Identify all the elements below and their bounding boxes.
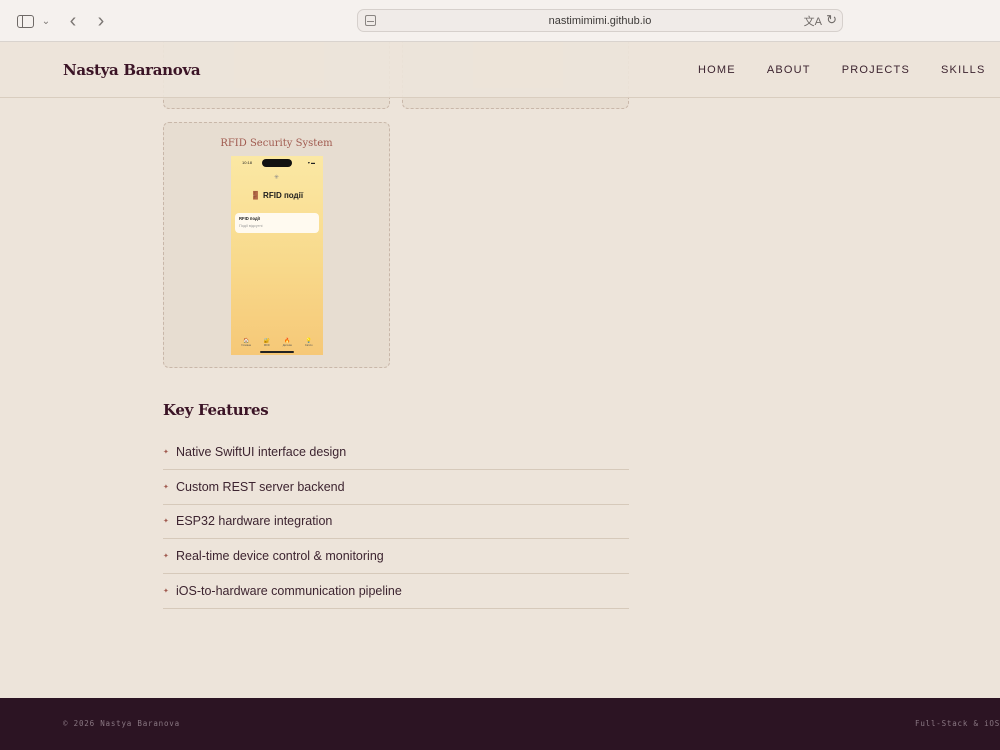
site-brand[interactable]: Nastya Baranova: [63, 61, 201, 79]
feature-text: iOS-to-hardware communication pipeline: [176, 584, 402, 599]
list-item: ✦ Real-time device control & monitoring: [163, 539, 629, 575]
page-menu-icon[interactable]: [365, 15, 376, 26]
footer-copyright: © 2026 Nastya Baranova: [63, 719, 180, 728]
nav-link-projects[interactable]: PROJECTS: [842, 64, 910, 76]
phone-status-icons: ▾ ▬: [307, 160, 315, 165]
phone-time: 10:18: [242, 160, 253, 165]
nav-link-skills[interactable]: SKILLS: [941, 64, 986, 76]
chevron-down-icon[interactable]: ⌄: [40, 11, 52, 31]
feature-list: ✦ Native SwiftUI interface design ✦ Cust…: [163, 435, 629, 609]
feature-text: Real-time device control & monitoring: [176, 549, 384, 564]
browser-toolbar: ⌄ ‹ › nastimimimi.github.io 文A ↻: [0, 0, 1000, 42]
feature-text: ESP32 hardware integration: [176, 514, 333, 529]
loading-spinner-icon: ✳: [274, 175, 280, 181]
main-nav: HOME ABOUT PROJECTS SKILLS E: [698, 64, 1000, 76]
feature-text: Custom REST server backend: [176, 479, 345, 494]
list-item: ✦ ESP32 hardware integration: [163, 505, 629, 540]
phone-tab: 🔥 Датчики: [282, 337, 293, 347]
bulb-icon: 💡: [305, 337, 312, 344]
phone-screenshot: 10:18 ▾ ▬ ✳ 🚪 RFID події RFID події Поді…: [231, 156, 323, 355]
phone-tabbar: 🏠 Головна 🔐 RFID 🔥 Датчики 💡 Світло: [231, 337, 323, 348]
list-item: ✦ iOS-to-hardware communication pipeline: [163, 574, 629, 609]
list-item: ✦ Custom REST server backend: [163, 470, 629, 505]
phone-card-subtitle: Події відсутні: [239, 224, 263, 228]
dynamic-island: [262, 159, 292, 167]
phone-tab: 💡 Світло: [304, 337, 313, 347]
reload-icon[interactable]: ↻: [826, 12, 837, 28]
sparkle-bullet-icon: ✦: [163, 483, 169, 491]
nav-link-about[interactable]: ABOUT: [767, 64, 811, 76]
phone-tab: 🏠 Головна: [241, 337, 251, 347]
address-bar[interactable]: nastimimimi.github.io 文A ↻: [357, 9, 843, 32]
feature-text: Native SwiftUI interface design: [176, 444, 347, 459]
site-header: Nastya Baranova HOME ABOUT PROJECTS SKIL…: [0, 42, 1000, 98]
footer-tagline: Full-Stack & iOS: [915, 719, 1000, 728]
phone-screen-title: 🚪 RFID події: [250, 191, 304, 200]
site-footer: © 2026 Nastya Baranova Full-Stack & iOS: [0, 698, 1000, 750]
home-indicator: [260, 351, 294, 353]
sparkle-bullet-icon: ✦: [163, 518, 169, 526]
phone-card-title: RFID події: [239, 216, 260, 221]
sidebar-toggle-icon[interactable]: [14, 11, 36, 31]
url-text: nastimimimi.github.io: [548, 14, 652, 27]
sparkle-bullet-icon: ✦: [163, 588, 169, 596]
list-item: ✦ Native SwiftUI interface design: [163, 435, 629, 470]
card-title: RFID Security System: [220, 138, 333, 149]
phone-events-card: RFID події Події відсутні: [235, 213, 319, 233]
sparkle-bullet-icon: ✦: [163, 553, 169, 561]
key-features-heading: Key Features: [163, 401, 269, 419]
flame-icon: 🔥: [284, 337, 291, 344]
sparkle-bullet-icon: ✦: [163, 448, 169, 456]
back-arrow-icon[interactable]: ‹: [64, 10, 82, 32]
lock-icon: 🔐: [263, 337, 270, 344]
forward-arrow-icon[interactable]: ›: [92, 10, 110, 32]
nav-link-home[interactable]: HOME: [698, 64, 736, 76]
home-icon: 🏠: [243, 337, 250, 344]
phone-tab: 🔐 RFID: [263, 337, 270, 347]
project-card-rfid[interactable]: RFID Security System 10:18 ▾ ▬ ✳ 🚪 RFID …: [163, 122, 390, 368]
translate-icon[interactable]: 文A: [804, 13, 822, 29]
